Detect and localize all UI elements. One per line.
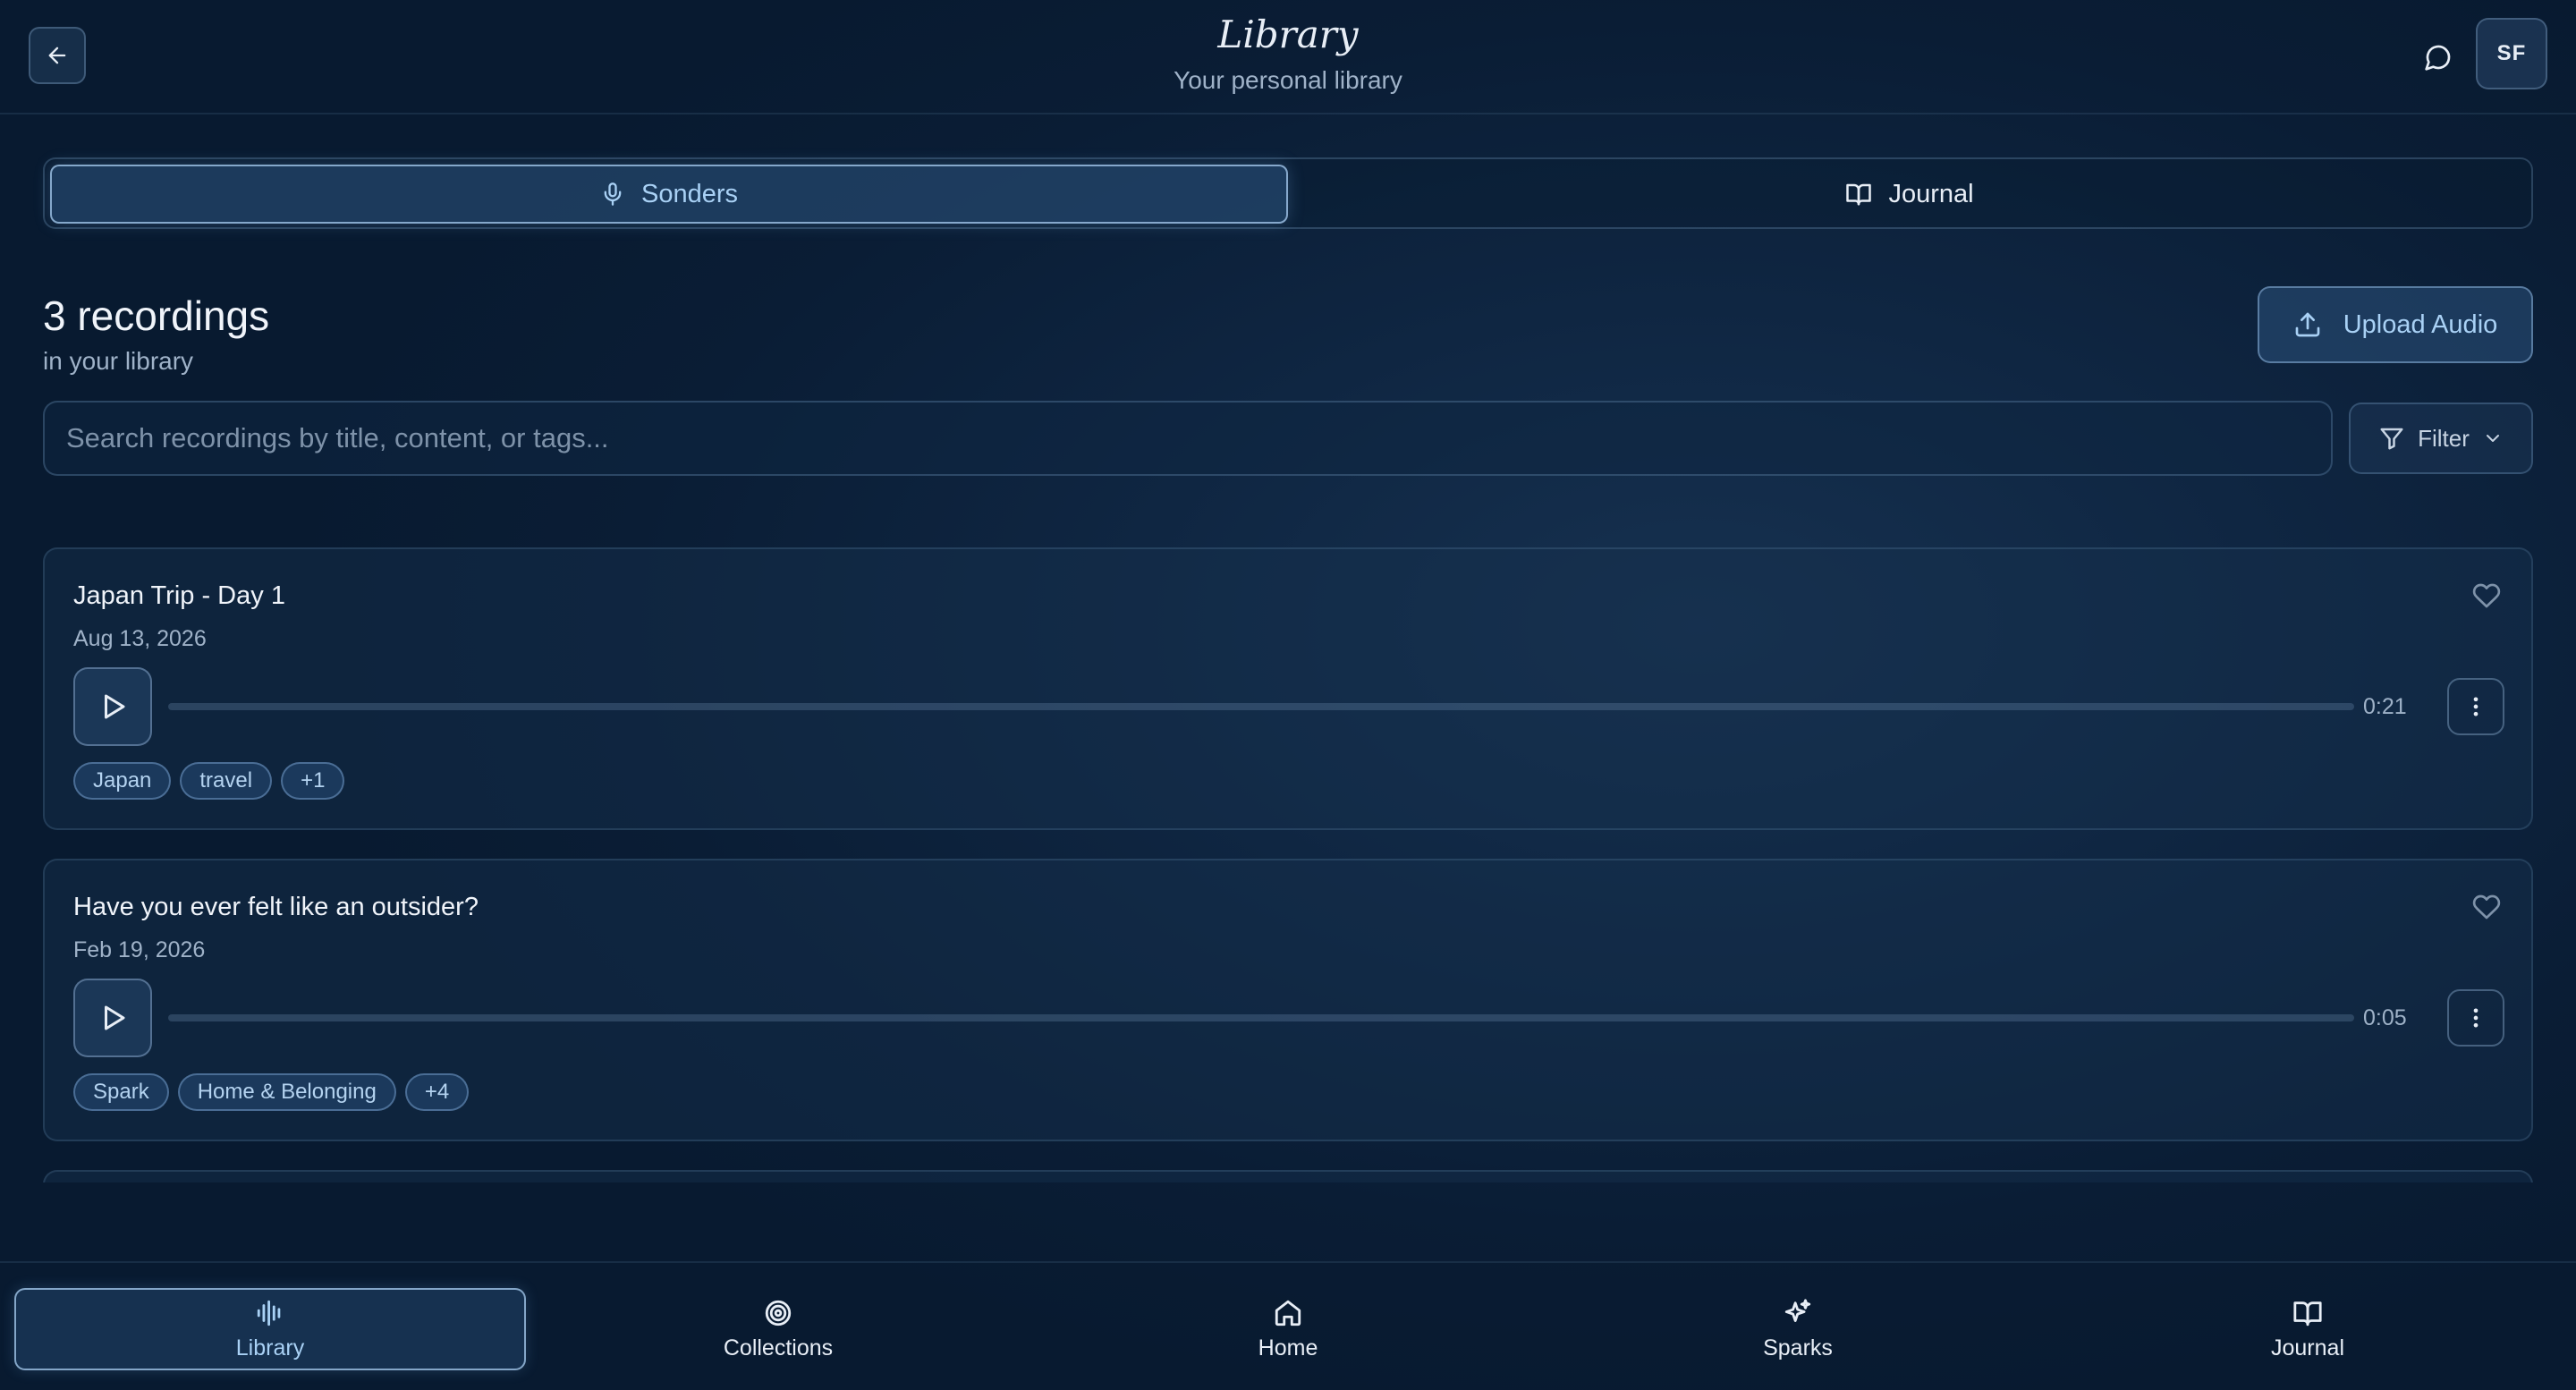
tab-journal[interactable]: Journal (1292, 165, 2528, 224)
play-icon (105, 694, 125, 719)
play-icon (105, 1005, 125, 1030)
tag-chip[interactable]: Home & Belonging (177, 1073, 396, 1111)
more-vertical-icon (2473, 697, 2479, 716)
tag-list: Spark Home & Belonging +4 (73, 1073, 470, 1111)
bottom-nav: Library Collections Home Sparks Journal (0, 1261, 2576, 1390)
upload-audio-label: Upload Audio (2343, 309, 2498, 339)
sparkles-icon (1784, 1298, 1811, 1322)
home-icon (1275, 1300, 1301, 1326)
nav-home-label: Home (1258, 1335, 1318, 1360)
top-header: Library Your personal library SF (0, 0, 2576, 114)
tag-list: Japan travel +1 (73, 762, 345, 800)
tag-more-chip[interactable]: +4 (404, 1073, 470, 1111)
tab-sonders-label: Sonders (640, 179, 738, 208)
more-options-button[interactable] (2447, 989, 2504, 1047)
recording-date: Aug 13, 2026 (73, 626, 207, 651)
nav-home[interactable]: Home (1032, 1288, 1544, 1370)
page-title: Library (1217, 13, 1359, 56)
recording-duration: 0:05 (2363, 1005, 2407, 1030)
recording-duration: 0:21 (2363, 694, 2407, 719)
waveform-icon (257, 1300, 281, 1326)
more-vertical-icon (2473, 1008, 2479, 1028)
recording-card[interactable]: Have you ever felt like an outsider? Feb… (43, 859, 2533, 1141)
tag-more-chip[interactable]: +1 (281, 762, 345, 800)
heart-icon (2472, 894, 2501, 920)
playback-progress-bar[interactable] (168, 1014, 2354, 1021)
nav-collections[interactable]: Collections (522, 1288, 1034, 1370)
mic-icon (604, 182, 622, 206)
target-icon (765, 1300, 792, 1326)
upload-audio-button[interactable]: Upload Audio (2258, 286, 2533, 363)
nav-collections-label: Collections (723, 1335, 834, 1360)
chevron-down-icon (2486, 435, 2499, 442)
recording-date: Feb 19, 2026 (73, 937, 206, 962)
book-open-icon (1846, 183, 1872, 206)
play-button[interactable] (73, 979, 152, 1057)
funnel-icon (2380, 428, 2403, 450)
favorite-button[interactable] (2472, 893, 2504, 925)
message-circle-icon (2425, 45, 2451, 71)
recording-title: Have you ever felt like an outsider? (73, 893, 479, 921)
tab-sonders[interactable]: Sonders (50, 165, 1288, 224)
favorite-button[interactable] (2472, 581, 2504, 614)
avatar[interactable]: SF (2476, 18, 2547, 89)
page-subtitle: Your personal library (1174, 66, 1402, 94)
search-input[interactable] (43, 401, 2333, 476)
heart-icon (2472, 583, 2501, 608)
recordings-count: 3 recordings (43, 292, 270, 339)
nav-sparks[interactable]: Sparks (1542, 1288, 2054, 1370)
filter-button[interactable]: Filter (2349, 403, 2533, 474)
book-open-icon (2293, 1301, 2322, 1326)
recording-card-partial[interactable] (43, 1170, 2533, 1182)
tab-journal-label: Journal (1888, 179, 1974, 208)
nav-library[interactable]: Library (14, 1288, 526, 1370)
chat-button[interactable] (2415, 34, 2462, 81)
filter-label: Filter (2418, 424, 2470, 452)
recording-card[interactable]: Japan Trip - Day 1 Aug 13, 2026 0:21 Jap… (43, 547, 2533, 830)
tag-chip[interactable]: Spark (73, 1073, 169, 1111)
nav-library-label: Library (235, 1335, 305, 1360)
recordings-count-subtitle: in your library (43, 347, 194, 375)
recordings-list: Japan Trip - Day 1 Aug 13, 2026 0:21 Jap… (43, 547, 2533, 1182)
upload-icon (2295, 312, 2320, 337)
playback-progress-bar[interactable] (168, 703, 2354, 710)
tag-chip[interactable]: travel (180, 762, 273, 800)
recording-title: Japan Trip - Day 1 (73, 581, 285, 610)
nav-journal[interactable]: Journal (2052, 1288, 2563, 1370)
nav-journal-label: Journal (2271, 1335, 2344, 1360)
play-button[interactable] (73, 667, 152, 746)
nav-sparks-label: Sparks (1763, 1335, 1833, 1360)
more-options-button[interactable] (2447, 678, 2504, 735)
tag-chip[interactable]: Japan (73, 762, 172, 800)
library-tab-switcher: Sonders Journal (43, 157, 2533, 229)
